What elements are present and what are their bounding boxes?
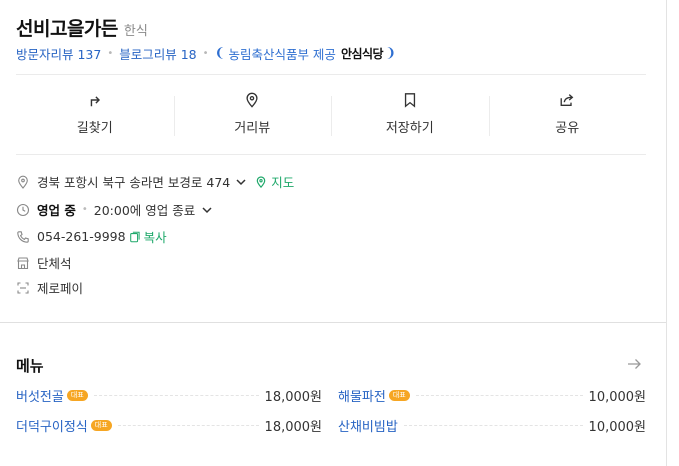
menu-item-name: 해물파전 [338, 389, 386, 405]
menu-item[interactable]: 더덕구이정식 대표 18,000원 [16, 416, 322, 435]
clock-icon [16, 203, 30, 216]
map-pin-icon [246, 92, 258, 108]
share-label: 공유 [555, 121, 580, 136]
dotted-leader [117, 424, 259, 426]
directions-button[interactable]: 길찾기 [16, 92, 174, 136]
visitor-review-link[interactable]: 방문자리뷰 137 [16, 44, 101, 63]
location-icon [18, 175, 28, 189]
dotted-leader [415, 394, 583, 396]
menu-item-name: 산채비빔밥 [338, 419, 398, 435]
group-seat-text: 단체석 [37, 256, 72, 271]
chevron-down-icon[interactable] [201, 204, 213, 216]
zero-pay-text: 제로페이 [37, 281, 84, 296]
dotted-leader [403, 424, 583, 426]
menu-item-price: 18,000원 [264, 389, 322, 405]
laurel-right-icon: ❩ [385, 46, 397, 61]
place-panel: 선비고을가든 한식 방문자리뷰 137 • 블로그리뷰 18 • ❨ 농림축산식… [0, 0, 666, 466]
representative-badge: 대표 [66, 389, 88, 401]
chevron-down-icon[interactable] [235, 176, 247, 188]
bookmark-icon [404, 93, 415, 108]
menu-item[interactable]: 버섯전골 대표 18,000원 [16, 386, 322, 405]
section-separator [0, 322, 666, 323]
representative-badge: 대표 [90, 419, 112, 431]
street-view-button[interactable]: 거리뷰 [173, 92, 332, 136]
menu-item-price: 10,000원 [588, 389, 646, 405]
representative-badge: 대표 [388, 389, 410, 401]
share-button[interactable]: 공유 [488, 92, 647, 136]
place-category: 한식 [123, 24, 148, 39]
map-link[interactable]: 지도 [271, 172, 294, 191]
store-icon [17, 256, 29, 269]
save-button[interactable]: 저장하기 [331, 92, 489, 136]
copy-button[interactable]: 복사 [144, 227, 167, 246]
phone-row: 054-261-9998 복사 [16, 227, 167, 246]
copy-icon [129, 231, 140, 242]
review-row: 방문자리뷰 137 • 블로그리뷰 18 • ❨ 농림축산식품부 제공 안심식당… [16, 44, 396, 63]
safe-restaurant-badge: 안심식당 [340, 47, 384, 61]
open-status: 영업 중 [37, 203, 76, 218]
menu-title: 메뉴 [16, 357, 44, 375]
dotted-leader [93, 394, 259, 396]
zero-pay-row: 제로페이 [16, 278, 83, 297]
phone-number: 054-261-9998 [37, 229, 126, 244]
action-bar: 길찾기 거리뷰 저장하기 공유 [16, 92, 646, 136]
divider [16, 74, 646, 75]
arrow-right-icon[interactable] [626, 356, 642, 372]
directions-label: 길찾기 [76, 121, 113, 136]
separator-dot: • [81, 204, 88, 215]
divider [16, 154, 646, 155]
place-name: 선비고을가든 [16, 18, 118, 40]
address-row: 경북 포항시 북구 송라면 보경로 474 지도 [16, 172, 294, 191]
menu-item-name: 버섯전골 [16, 389, 64, 405]
menu-item[interactable]: 해물파전 대표 10,000원 [338, 386, 646, 405]
separator-dot: • [202, 48, 209, 59]
phone-icon [17, 230, 29, 243]
title-row: 선비고을가든 한식 [16, 14, 148, 41]
menu-item[interactable]: 산채비빔밥 10,000원 [338, 416, 646, 435]
separator-dot: • [107, 48, 114, 59]
panel-border [666, 0, 667, 466]
laurel-left-icon: ❨ [214, 46, 226, 61]
hours-row: 영업 중 • 20:00에 영업 종료 [16, 200, 220, 219]
closing-time: 20:00에 영업 종료 [93, 203, 196, 218]
save-label: 저장하기 [385, 121, 434, 136]
scan-icon [17, 281, 29, 294]
directions-icon [90, 96, 100, 107]
menu-item-name: 더덕구이정식 [16, 419, 88, 435]
share-icon [560, 94, 574, 106]
map-pin-green-icon [256, 175, 266, 188]
blog-review-link[interactable]: 블로그리뷰 18 [119, 44, 196, 63]
address-text: 경북 포항시 북구 송라면 보경로 474 [37, 175, 231, 190]
certification-text: 농림축산식품부 제공 [228, 47, 336, 62]
menu-item-price: 10,000원 [588, 419, 646, 435]
group-seat-row: 단체석 [16, 253, 72, 272]
street-view-label: 거리뷰 [234, 121, 271, 136]
menu-item-price: 18,000원 [264, 419, 322, 435]
